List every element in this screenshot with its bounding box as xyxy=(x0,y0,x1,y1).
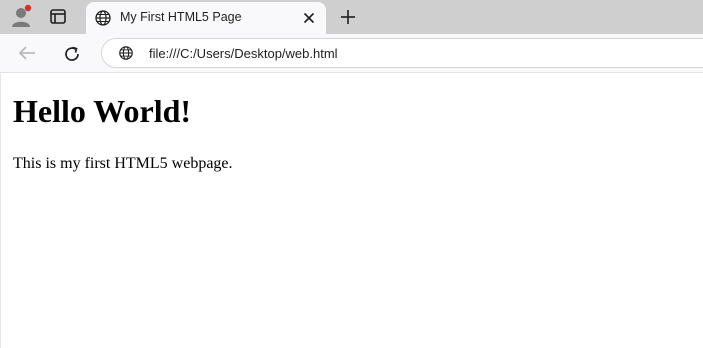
notification-badge xyxy=(24,4,32,12)
browser-titlebar: My First HTML5 Page xyxy=(0,0,703,34)
back-arrow-icon xyxy=(18,46,35,60)
address-bar[interactable]: file:///C:/Users/Desktop/web.html xyxy=(101,38,703,68)
browser-tab-active[interactable]: My First HTML5 Page xyxy=(86,2,326,34)
page-heading: Hello World! xyxy=(13,93,192,129)
tab-title: My First HTML5 Page xyxy=(120,10,242,24)
browser-toolbar: file:///C:/Users/Desktop/web.html xyxy=(0,34,703,72)
profile-button[interactable] xyxy=(8,4,34,30)
site-info-globe-icon[interactable] xyxy=(118,45,134,61)
page-viewport: Hello World! This is my first HTML5 webp… xyxy=(0,73,703,348)
refresh-icon xyxy=(65,46,79,61)
tab-actions-icon xyxy=(50,9,66,24)
plus-icon xyxy=(341,10,355,24)
back-button[interactable] xyxy=(17,44,37,62)
new-tab-button[interactable] xyxy=(339,8,357,26)
tab-actions-button[interactable] xyxy=(48,8,68,26)
close-icon[interactable] xyxy=(302,11,316,25)
url-text[interactable]: file:///C:/Users/Desktop/web.html xyxy=(149,46,338,61)
refresh-button[interactable] xyxy=(62,44,82,64)
page-paragraph: This is my first HTML5 webpage. xyxy=(13,155,233,172)
globe-icon xyxy=(95,10,111,26)
profile-avatar-icon xyxy=(12,4,32,27)
